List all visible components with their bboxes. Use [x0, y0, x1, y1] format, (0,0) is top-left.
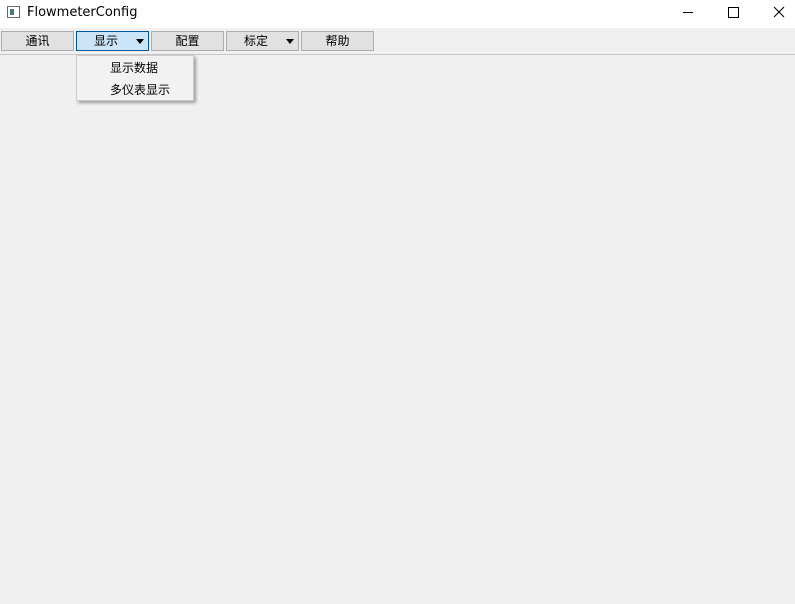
toolbar-button-label: 标定 — [243, 34, 268, 48]
toolbar-button-help[interactable]: 帮助 — [301, 31, 374, 51]
close-button[interactable] — [757, 0, 795, 26]
window-title: FlowmeterConfig — [27, 5, 138, 20]
maximize-button[interactable] — [711, 0, 757, 26]
toolbar: 通讯 显示 配置 标定 帮助 — [0, 29, 795, 55]
toolbar-button-label: 显示 — [93, 34, 118, 48]
display-dropdown-menu: 显示数据 多仪表显示 — [76, 55, 194, 101]
toolbar-button-calibrate[interactable]: 标定 — [226, 31, 299, 51]
close-icon — [773, 6, 785, 18]
app-window: FlowmeterConfig 通讯 显示 配置 标定 帮助 显示数据 多仪表显… — [0, 0, 795, 604]
maximize-icon — [728, 7, 739, 18]
toolbar-button-display[interactable]: 显示 — [76, 31, 149, 51]
toolbar-button-label: 帮助 — [325, 34, 350, 48]
app-icon — [7, 6, 20, 18]
minimize-icon — [683, 12, 693, 13]
title-bar: FlowmeterConfig — [0, 0, 795, 28]
toolbar-button-config[interactable]: 配置 — [151, 31, 224, 51]
toolbar-button-comm[interactable]: 通讯 — [1, 31, 74, 51]
toolbar-button-label: 配置 — [175, 34, 200, 48]
main-content — [0, 55, 795, 604]
chevron-down-icon — [286, 39, 294, 44]
menu-item-show-data[interactable]: 显示数据 — [77, 57, 193, 79]
chevron-down-icon — [136, 39, 144, 44]
menu-item-multi-meter-display[interactable]: 多仪表显示 — [77, 79, 193, 101]
toolbar-button-label: 通讯 — [25, 34, 50, 48]
minimize-button[interactable] — [665, 0, 711, 26]
